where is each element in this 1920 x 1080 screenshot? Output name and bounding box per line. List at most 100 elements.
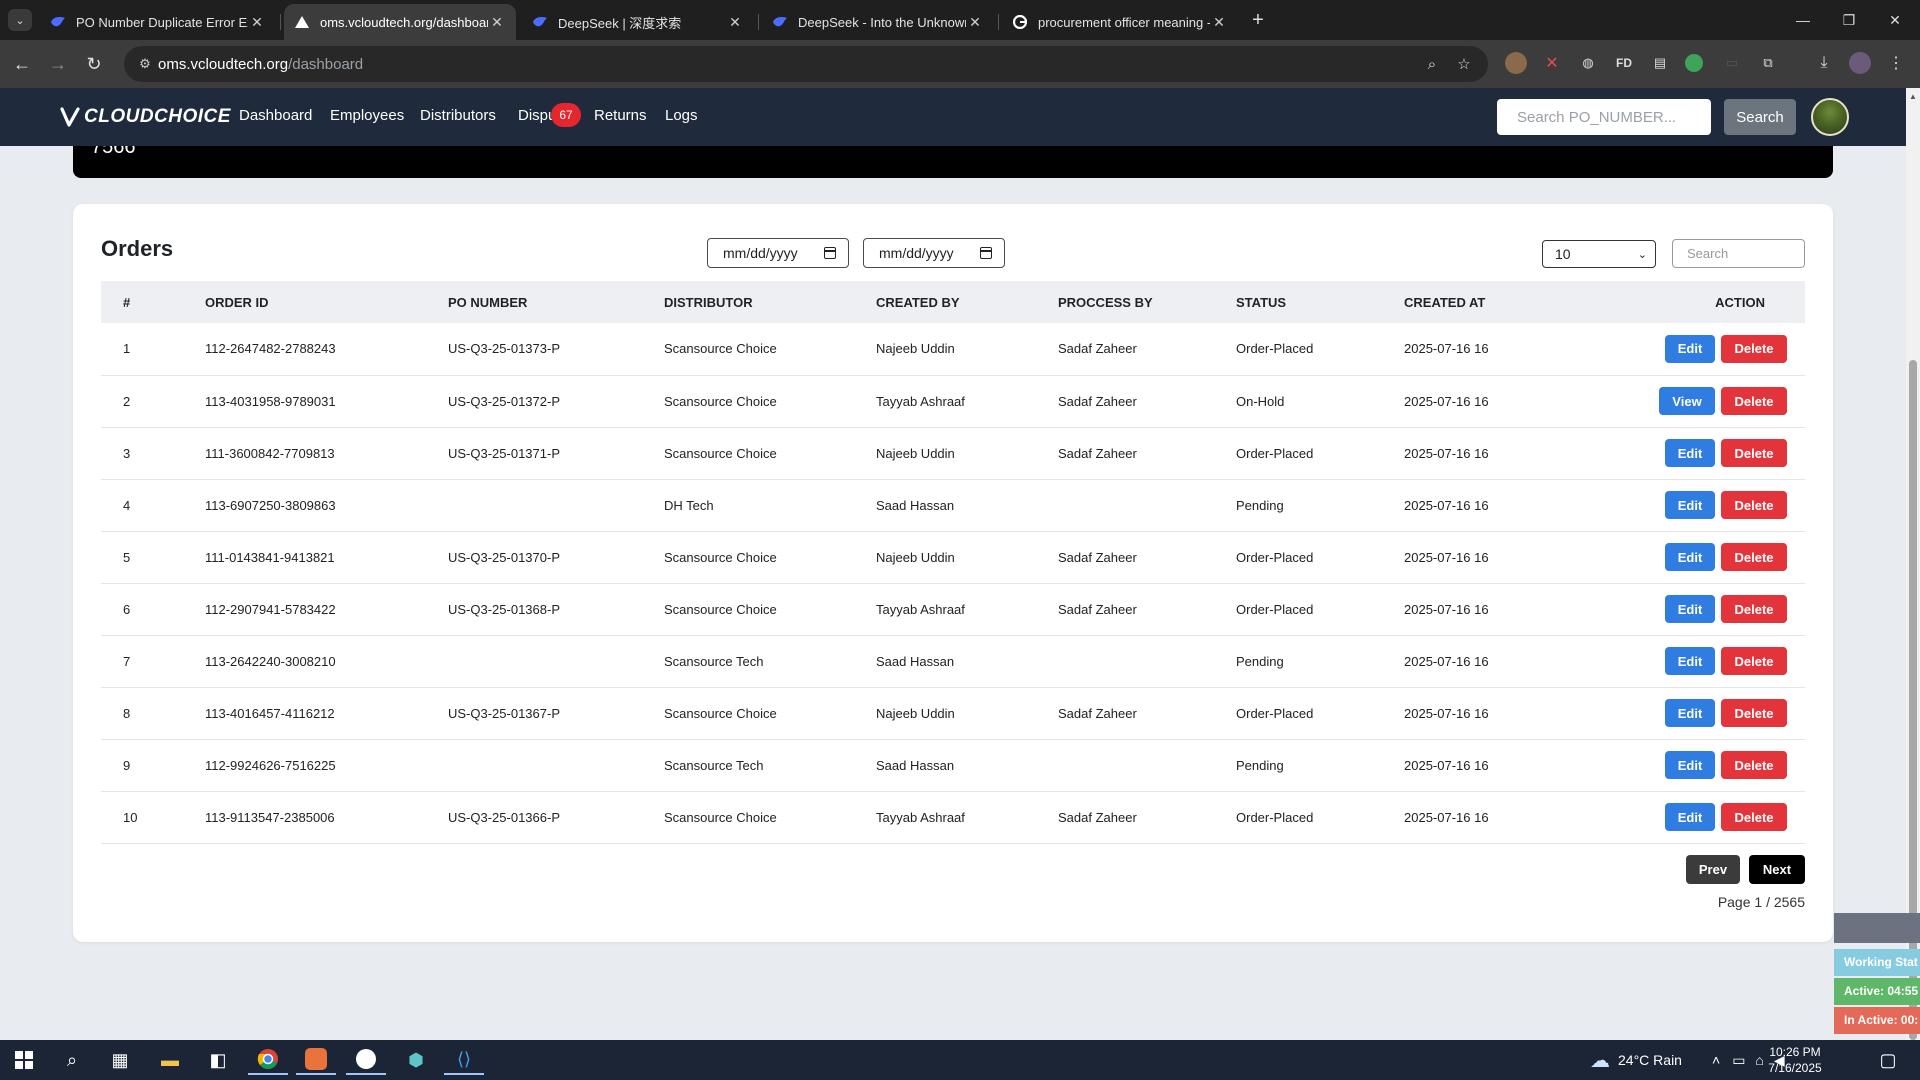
col-number: # bbox=[123, 294, 131, 310]
taskbar-clock[interactable]: 10:26 PM 7/16/2025 bbox=[1755, 1044, 1835, 1076]
calendar-icon[interactable] bbox=[980, 247, 992, 259]
chevron-up-icon[interactable]: ˄ bbox=[1712, 1052, 1720, 1068]
browser-menu-icon[interactable]: ⋮ bbox=[1885, 52, 1907, 74]
edit-button[interactable]: Edit bbox=[1665, 647, 1715, 675]
col-process-by: PROCCESS BY bbox=[1058, 294, 1153, 310]
action-cell: Edit Delete bbox=[1624, 635, 1805, 687]
app-icon[interactable] bbox=[346, 1045, 386, 1075]
calendar-icon[interactable] bbox=[824, 247, 836, 259]
created-by-cell: Tayyab Ashraaf bbox=[876, 393, 965, 409]
browser-tab[interactable]: procurement officer meaning - ✕ bbox=[1002, 4, 1238, 40]
nav-dashboard[interactable]: Dashboard bbox=[239, 107, 312, 124]
delete-button[interactable]: Delete bbox=[1721, 491, 1787, 519]
po-number-search-input[interactable] bbox=[1497, 99, 1711, 135]
table-search-input[interactable] bbox=[1672, 239, 1805, 268]
scroll-up-icon[interactable]: ▲ bbox=[1909, 92, 1917, 101]
edit-button[interactable]: Edit bbox=[1665, 439, 1715, 467]
delete-button[interactable]: Delete bbox=[1721, 387, 1787, 415]
new-tab-icon[interactable]: + bbox=[1246, 8, 1270, 32]
search-button[interactable]: Search bbox=[1724, 99, 1796, 135]
vscode-icon[interactable]: ⟨⟩ bbox=[444, 1045, 484, 1075]
delete-button[interactable]: Delete bbox=[1721, 647, 1787, 675]
search-icon[interactable]: ⌕ bbox=[52, 1045, 92, 1075]
edit-button[interactable]: Edit bbox=[1665, 595, 1715, 623]
extensions-puzzle-icon[interactable]: ⧉ bbox=[1757, 52, 1779, 74]
zoom-app-icon[interactable] bbox=[296, 1045, 336, 1075]
weather-widget[interactable]: ☁ 24°C Rain bbox=[1590, 1040, 1682, 1080]
close-tab-icon[interactable]: ✕ bbox=[488, 14, 506, 31]
task-view-icon[interactable]: ▦ bbox=[100, 1045, 140, 1075]
extension-x-icon[interactable]: ✕ bbox=[1541, 52, 1563, 74]
extension-icon[interactable]: ▤ bbox=[1649, 52, 1671, 74]
order-id-cell: 113-4031958-9789031 bbox=[205, 393, 336, 409]
view-button[interactable]: View bbox=[1659, 387, 1715, 415]
date-from-input[interactable]: mm/dd/yyyy bbox=[707, 238, 849, 268]
profile-icon[interactable] bbox=[1849, 52, 1871, 74]
edit-button[interactable]: Edit bbox=[1665, 491, 1715, 519]
date-to-input[interactable]: mm/dd/yyyy bbox=[863, 238, 1005, 268]
status-cell: Pending bbox=[1236, 497, 1284, 513]
delete-button[interactable]: Delete bbox=[1721, 751, 1787, 779]
extension-icon[interactable]: ▭ bbox=[1721, 52, 1743, 74]
edit-button[interactable]: Edit bbox=[1665, 803, 1715, 831]
extension-icon[interactable] bbox=[1505, 52, 1527, 74]
chrome-icon[interactable] bbox=[248, 1045, 288, 1075]
zoom-icon[interactable]: ⌕ bbox=[1422, 54, 1442, 74]
page-size-select[interactable]: 10 ⌄ bbox=[1542, 240, 1656, 268]
table-row: 5 111-0143841-9413821 US-Q3-25-01370-P Scan… bbox=[101, 531, 1805, 583]
restore-icon[interactable]: ❐ bbox=[1826, 0, 1872, 40]
close-window-icon[interactable]: ✕ bbox=[1872, 0, 1918, 40]
battery-icon[interactable]: ▭ bbox=[1732, 1052, 1745, 1069]
browser-tab[interactable]: DeepSeek - Into the Unknown ✕ bbox=[762, 4, 994, 40]
po-number-cell: US-Q3-25-01368-P bbox=[448, 601, 560, 617]
close-tab-icon[interactable]: ✕ bbox=[1210, 14, 1228, 31]
delete-button[interactable]: Delete bbox=[1721, 595, 1787, 623]
nav-returns[interactable]: Returns bbox=[594, 107, 647, 124]
delete-button[interactable]: Delete bbox=[1721, 699, 1787, 727]
extension-green-icon[interactable] bbox=[1685, 54, 1703, 72]
delete-button[interactable]: Delete bbox=[1721, 439, 1787, 467]
nav-distributors[interactable]: Distributors bbox=[420, 107, 496, 124]
download-icon[interactable]: ⤓ bbox=[1813, 52, 1835, 74]
back-icon[interactable]: ← bbox=[10, 52, 34, 76]
fd-extension-icon[interactable]: FD bbox=[1613, 52, 1635, 74]
delete-button[interactable]: Delete bbox=[1721, 803, 1787, 831]
delete-button[interactable]: Delete bbox=[1721, 334, 1787, 363]
close-tab-icon[interactable]: ✕ bbox=[248, 14, 266, 31]
stats-value: 7566 bbox=[91, 146, 136, 158]
nav-employees[interactable]: Employees bbox=[330, 107, 404, 124]
site-info-icon[interactable]: ⚙ bbox=[136, 55, 154, 73]
edit-button[interactable]: Edit bbox=[1665, 334, 1715, 363]
edit-button[interactable]: Edit bbox=[1665, 751, 1715, 779]
browser-tab-active[interactable]: oms.vcloudtech.org/dashboard ✕ bbox=[284, 4, 516, 40]
app-logo[interactable]: CLOUDCHOICE bbox=[60, 103, 231, 131]
close-tab-icon[interactable]: ✕ bbox=[726, 14, 744, 31]
close-tab-icon[interactable]: ✕ bbox=[966, 14, 984, 31]
status-cell: Order-Placed bbox=[1236, 809, 1314, 825]
browser-tab[interactable]: DeepSeek | 深度求索 ✕ bbox=[522, 4, 754, 40]
bookmark-star-icon[interactable]: ☆ bbox=[1454, 54, 1474, 74]
delete-button[interactable]: Delete bbox=[1721, 543, 1787, 571]
user-avatar[interactable] bbox=[1811, 98, 1849, 136]
table-row: 6 112-2907941-5783422 US-Q3-25-01368-P Scan… bbox=[101, 583, 1805, 635]
next-page-button[interactable]: Next bbox=[1749, 855, 1805, 884]
browser-tab[interactable]: PO Number Duplicate Error Exp ✕ bbox=[40, 4, 276, 40]
nav-logs[interactable]: Logs bbox=[665, 107, 698, 124]
col-action: ACTION bbox=[1715, 294, 1765, 310]
minimize-icon[interactable]: — bbox=[1780, 0, 1826, 40]
globe-icon[interactable]: ◍ bbox=[1577, 52, 1599, 74]
reload-icon[interactable]: ↻ bbox=[82, 52, 106, 76]
app-icon[interactable]: ⬢ bbox=[396, 1045, 436, 1075]
distributor-cell: Scansource Tech bbox=[664, 653, 764, 669]
store-icon[interactable]: ◧ bbox=[198, 1045, 238, 1075]
prev-page-button[interactable]: Prev bbox=[1686, 855, 1740, 884]
notification-icon[interactable]: ▢ bbox=[1868, 1045, 1908, 1075]
file-explorer-icon[interactable]: ▬ bbox=[150, 1045, 190, 1075]
windows-start-icon[interactable] bbox=[4, 1045, 44, 1075]
address-bar[interactable]: ⚙ oms.vcloudtech.org/dashboard ⌕ ☆ bbox=[124, 46, 1488, 82]
tab-search-icon[interactable]: ⌄ bbox=[8, 9, 32, 31]
forward-icon[interactable]: → bbox=[46, 52, 70, 76]
edit-button[interactable]: Edit bbox=[1665, 543, 1715, 571]
page-scrollbar[interactable]: ▲ bbox=[1906, 88, 1920, 1040]
edit-button[interactable]: Edit bbox=[1665, 699, 1715, 727]
